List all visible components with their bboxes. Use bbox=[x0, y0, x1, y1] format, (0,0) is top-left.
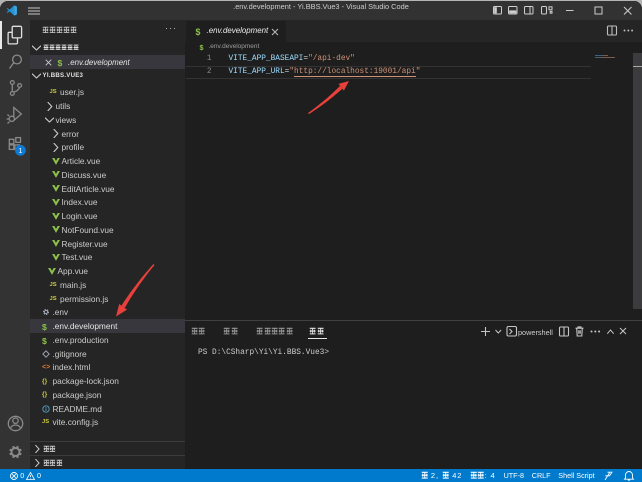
svg-text:1: 1 bbox=[18, 148, 22, 155]
